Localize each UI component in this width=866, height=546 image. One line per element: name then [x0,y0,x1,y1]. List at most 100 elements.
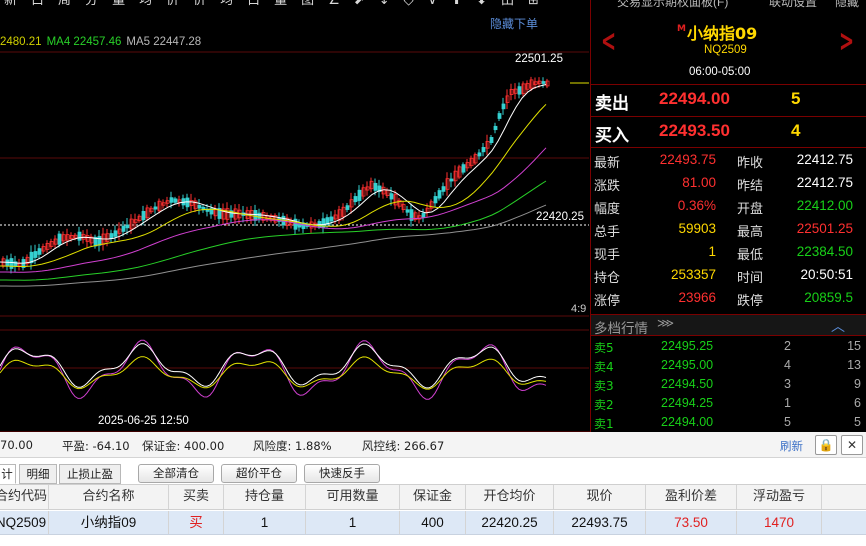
candle [5,259,10,267]
candle [461,164,466,173]
candle [121,225,126,232]
ma-legend: 2480.21 MA4 22457.46 MA5 22447.28 [0,36,206,48]
quick-reverse-button[interactable]: 快速反手 [304,464,380,483]
column-header[interactable]: 合约代码 [0,485,49,509]
quote-value: 23966 [678,290,716,305]
candle [389,193,394,200]
depth-total: 6 [854,396,861,410]
candle [57,233,62,245]
next-contract-arrow-icon[interactable]: > [839,27,854,57]
quote-value: 0.36% [677,198,716,213]
table-cell: 买 [169,511,224,534]
quote-row: 持仓 253357 时间 20:50:51 [591,263,866,286]
margin-value: 保证金: 400.00 [142,439,225,453]
tab-detail[interactable]: 明细 [19,464,57,484]
oscillator-j-line [0,356,547,390]
candle [169,197,174,203]
prev-contract-arrow-icon[interactable]: < [601,27,616,57]
sell-label: 卖出 [595,94,629,114]
close-all-button[interactable]: 全部清仓 [138,464,214,483]
table-row[interactable]: NQ2509 小纳指09 买 1 1 400 22420.25 22493.75 73.50 14… [0,511,866,535]
quote-row: 幅度 0.36% 开盘 22412.00 [591,194,866,217]
crosshair-time-label: 2025-06-25 12:50 [98,415,189,427]
candle [197,204,202,209]
depth-row[interactable]: 卖5 22495.25 2 15 [591,337,866,356]
tab-summary[interactable]: 计 [0,464,16,484]
candle [405,209,410,213]
buy-price[interactable]: 22493.50 [659,121,730,141]
avg-price-label: 22420.25 [536,211,584,223]
depth-row[interactable]: 卖1 22494.00 5 5 [591,413,866,432]
column-header[interactable]: 持仓量 [224,485,306,509]
depth-level: 卖2 [594,398,614,412]
hide-link[interactable]: 隐藏 [835,0,859,10]
candle [329,216,334,222]
column-header[interactable]: 开仓均价 [466,485,554,509]
lock-icon[interactable]: 🔒 [815,435,837,455]
price-chart[interactable] [0,0,590,432]
options-panel-link[interactable]: 交易显示期权面板(F) [617,0,728,10]
table-cell: 小纳指09 [49,511,169,534]
link-settings-link[interactable]: 联动设置 [769,0,817,10]
quote-row: 总手 59903 最高 22501.25 [591,217,866,240]
expand-chevron-icon[interactable]: ⋙ [657,316,674,330]
candle [153,206,158,210]
trade-panel: 70.00 平盈: -64.10 保证金: 400.00 风险度: 1.88% … [0,432,866,546]
main-contract-badge: M [677,24,686,34]
depth-price: 22495.25 [661,339,714,353]
column-header[interactable]: 现价 [554,485,646,509]
sell-volume: 5 [791,89,801,108]
tab-stop-loss[interactable]: 止损止盈 [59,464,121,484]
account-status-bar: 70.00 平盈: -64.10 保证金: 400.00 风险度: 1.88% … [0,432,866,458]
column-header[interactable]: 买卖 [169,485,224,509]
depth-level: 卖1 [594,417,614,431]
ma2-line [0,103,547,267]
quote-label: 开盘 [737,202,764,217]
candle [489,137,494,143]
quote-value: 20859.5 [804,290,853,305]
over-price-close-button[interactable]: 超价平仓 [221,464,297,483]
quote-value: 20:50:51 [800,267,853,282]
candle [253,210,258,221]
candle [433,196,438,204]
quote-panel: 交易显示期权面板(F) 联动设置 隐藏 < > M小纳指09 NQ2509 06… [590,0,866,432]
candle [477,152,482,157]
position-tabs: 计 明细 止损止盈 全部清仓 超价平仓 快速反手 [0,461,866,485]
contract-code: NQ2509 [704,44,747,56]
ratio-label: 4:9 [571,303,587,315]
column-header[interactable]: 浮动盈亏 [737,485,822,509]
quote-label: 现手 [594,248,621,263]
contract-name-text: 小纳指09 [686,24,758,43]
table-cell: NQ2509 [0,511,49,534]
candle [141,211,146,221]
column-header[interactable]: 可用数量 [306,485,400,509]
candle [541,81,546,84]
refresh-link[interactable]: 刷新 [780,438,803,454]
depth-title: 多档行情 [594,321,648,337]
candle [33,251,38,258]
table-cell: 1 [224,511,306,534]
depth-row[interactable]: 卖4 22495.00 4 13 [591,356,866,375]
depth-volume: 4 [784,358,791,372]
depth-header[interactable]: 多档行情 ⋙ ︿ [591,314,866,337]
high-price-label: 22501.25 [515,53,563,65]
depth-total: 9 [854,377,861,391]
candle [357,189,362,201]
collapse-chevron-icon[interactable]: ︿ [831,316,845,336]
close-icon[interactable]: ✕ [841,435,863,455]
depth-row[interactable]: 卖3 22494.50 3 9 [591,375,866,394]
column-header[interactable]: 保证金 [400,485,466,509]
depth-level: 卖3 [594,379,614,393]
candle [481,147,486,153]
positions-header: 合约代码 合约名称 买卖 持仓量 可用数量 保证金 开仓均价 现价 盈利价差 浮动盈亏 [0,485,866,510]
depth-volume: 1 [784,396,791,410]
sell-price[interactable]: 22494.00 [659,89,730,109]
candle [501,103,506,110]
column-header[interactable]: 盈利价差 [646,485,737,509]
column-header[interactable]: 合约名称 [49,485,169,509]
divider [591,84,866,85]
table-cell: 1470 [737,511,822,534]
depth-row[interactable]: 卖2 22494.25 1 6 [591,394,866,413]
depth-volume: 5 [784,415,791,429]
depth-price: 22494.00 [661,415,714,429]
